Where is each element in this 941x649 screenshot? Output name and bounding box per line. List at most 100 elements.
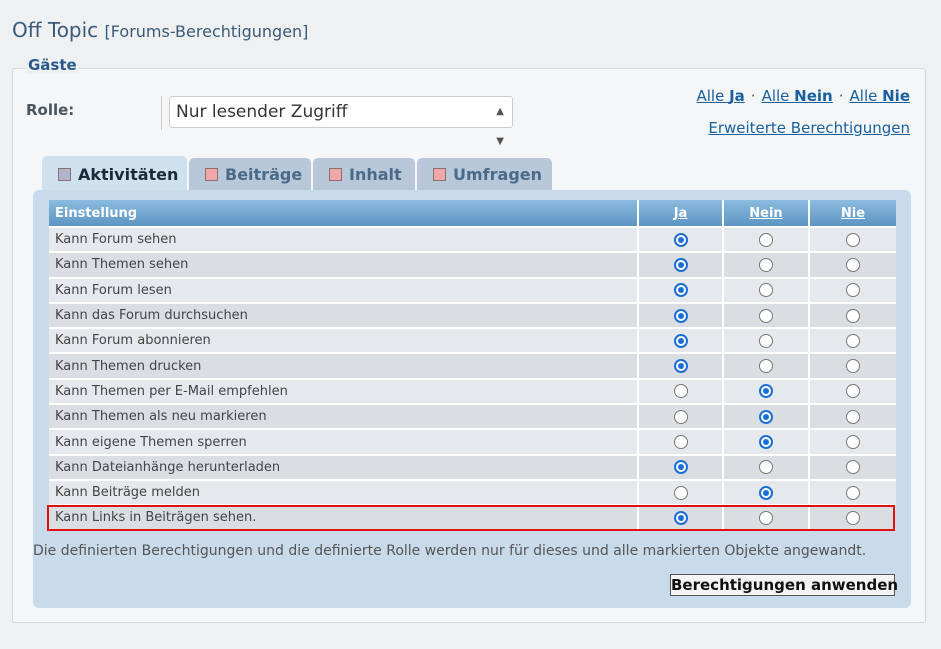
radio-no[interactable] xyxy=(759,485,773,500)
radio-yes[interactable] xyxy=(673,510,688,525)
radio-cell-never xyxy=(809,428,896,455)
column-header-setting: Einstellung xyxy=(49,200,639,227)
radio-no[interactable] xyxy=(759,435,773,450)
table-row: Kann Forum lesen xyxy=(49,276,896,303)
all-yes-link[interactable]: Alle Ja xyxy=(696,87,744,105)
radio-no[interactable] xyxy=(759,333,773,348)
radio-no[interactable] xyxy=(759,359,773,374)
select-arrows-icon: ▲ ▼ xyxy=(496,106,504,147)
radio-cell-yes xyxy=(638,251,724,278)
radio-yes[interactable] xyxy=(673,359,688,374)
table-row: Kann Themen per E-Mail empfehlen xyxy=(49,377,896,405)
radio-cell-no xyxy=(723,403,810,430)
radio-never[interactable] xyxy=(846,232,860,247)
radio-no[interactable] xyxy=(759,460,773,475)
radio-cell-yes xyxy=(638,504,724,530)
radio-yes[interactable] xyxy=(673,485,688,500)
radio-yes[interactable] xyxy=(673,384,688,399)
radio-never[interactable] xyxy=(846,384,860,399)
tab-beitraege[interactable]: Beiträge xyxy=(189,158,311,191)
radio-yes[interactable] xyxy=(673,460,688,475)
table-row: Kann das Forum durchsuchen xyxy=(49,301,896,329)
radio-cell-no xyxy=(723,453,810,480)
radio-cell-no xyxy=(723,352,810,379)
tab-umfragen[interactable]: Umfragen xyxy=(417,158,552,191)
link-separator: · xyxy=(838,87,844,105)
radio-no[interactable] xyxy=(759,283,773,298)
column-header-yes[interactable]: Ja xyxy=(638,200,724,227)
radio-no[interactable] xyxy=(759,257,773,272)
radio-cell-no xyxy=(723,276,810,303)
radio-cell-never xyxy=(809,276,896,303)
table-row: Kann Themen drucken xyxy=(49,352,896,379)
radio-never[interactable] xyxy=(846,333,860,348)
radio-cell-yes xyxy=(638,478,724,506)
radio-never[interactable] xyxy=(846,485,860,500)
radio-never[interactable] xyxy=(846,460,860,475)
radio-cell-no xyxy=(723,377,810,405)
radio-never[interactable] xyxy=(846,308,860,323)
table-row: Kann Links in Beiträgen sehen. xyxy=(49,504,896,530)
radio-cell-yes xyxy=(638,453,724,480)
category-swatch-icon xyxy=(329,168,342,181)
advanced-permissions-link[interactable]: Erweiterte Berechtigungen xyxy=(708,119,910,137)
all-no-link[interactable]: Alle Nein xyxy=(762,87,833,105)
table-header-row: Einstellung Ja Nein Nie xyxy=(49,200,896,227)
radio-never[interactable] xyxy=(846,510,860,525)
radio-never[interactable] xyxy=(846,409,860,424)
column-header-no[interactable]: Nein xyxy=(723,200,810,227)
radio-cell-yes xyxy=(638,403,724,430)
radio-cell-yes xyxy=(638,428,724,455)
category-swatch-icon xyxy=(205,168,218,181)
radio-cell-no xyxy=(723,251,810,278)
radio-no[interactable] xyxy=(759,384,773,399)
radio-never[interactable] xyxy=(846,435,860,450)
radio-cell-yes xyxy=(638,276,724,303)
role-select[interactable]: Nur lesender Zugriff ▲ ▼ xyxy=(169,96,513,147)
category-swatch-icon xyxy=(58,168,71,181)
radio-cell-never xyxy=(809,327,896,354)
radio-never[interactable] xyxy=(846,257,860,272)
forum-title: Off Topic xyxy=(12,18,99,42)
apply-note: Die definierten Berechtigungen und die d… xyxy=(33,543,867,559)
radio-yes[interactable] xyxy=(673,409,688,424)
radio-yes[interactable] xyxy=(673,333,688,348)
radio-no[interactable] xyxy=(759,510,773,525)
permissions-table: Einstellung Ja Nein Nie Kann Forum sehen… xyxy=(49,200,896,530)
all-never-link[interactable]: Alle Nie xyxy=(850,87,910,105)
link-separator: · xyxy=(750,87,756,105)
group-legend: Gäste xyxy=(26,56,79,74)
radio-cell-never xyxy=(809,251,896,278)
radio-no[interactable] xyxy=(759,232,773,247)
radio-no[interactable] xyxy=(759,409,773,424)
radio-no[interactable] xyxy=(759,308,773,323)
column-header-never[interactable]: Nie xyxy=(809,200,896,227)
radio-never[interactable] xyxy=(846,359,860,374)
radio-cell-no xyxy=(723,301,810,329)
radio-cell-no xyxy=(723,428,810,455)
table-row: Kann Forum abonnieren xyxy=(49,327,896,354)
radio-yes[interactable] xyxy=(673,435,688,450)
tab-inhalt[interactable]: Inhalt xyxy=(313,158,415,191)
table-row: Kann Themen als neu markieren xyxy=(49,403,896,430)
radio-yes[interactable] xyxy=(673,308,688,323)
tab-label: Beiträge xyxy=(225,165,303,184)
permission-label: Kann Dateianhänge herunterladen xyxy=(49,453,639,480)
radio-cell-no xyxy=(723,225,810,253)
permission-label: Kann Themen als neu markieren xyxy=(49,403,639,430)
radio-cell-never xyxy=(809,403,896,430)
radio-yes[interactable] xyxy=(673,257,688,272)
all-no-prefix: Alle xyxy=(761,87,790,105)
radio-cell-yes xyxy=(638,301,724,329)
radio-yes[interactable] xyxy=(673,283,688,298)
radio-cell-never xyxy=(809,225,896,253)
table-row: Kann eigene Themen sperren xyxy=(49,428,896,455)
tab-aktivitaeten[interactable]: Aktivitäten xyxy=(42,156,187,192)
role-select-value: Nur lesender Zugriff xyxy=(176,102,348,122)
radio-never[interactable] xyxy=(846,283,860,298)
tab-label: Aktivitäten xyxy=(78,165,179,184)
all-never-prefix: Alle xyxy=(849,87,878,105)
apply-permissions-button[interactable]: Berechtigungen anwenden xyxy=(670,574,898,596)
radio-yes[interactable] xyxy=(673,232,688,247)
permission-label: Kann Themen drucken xyxy=(49,352,639,379)
